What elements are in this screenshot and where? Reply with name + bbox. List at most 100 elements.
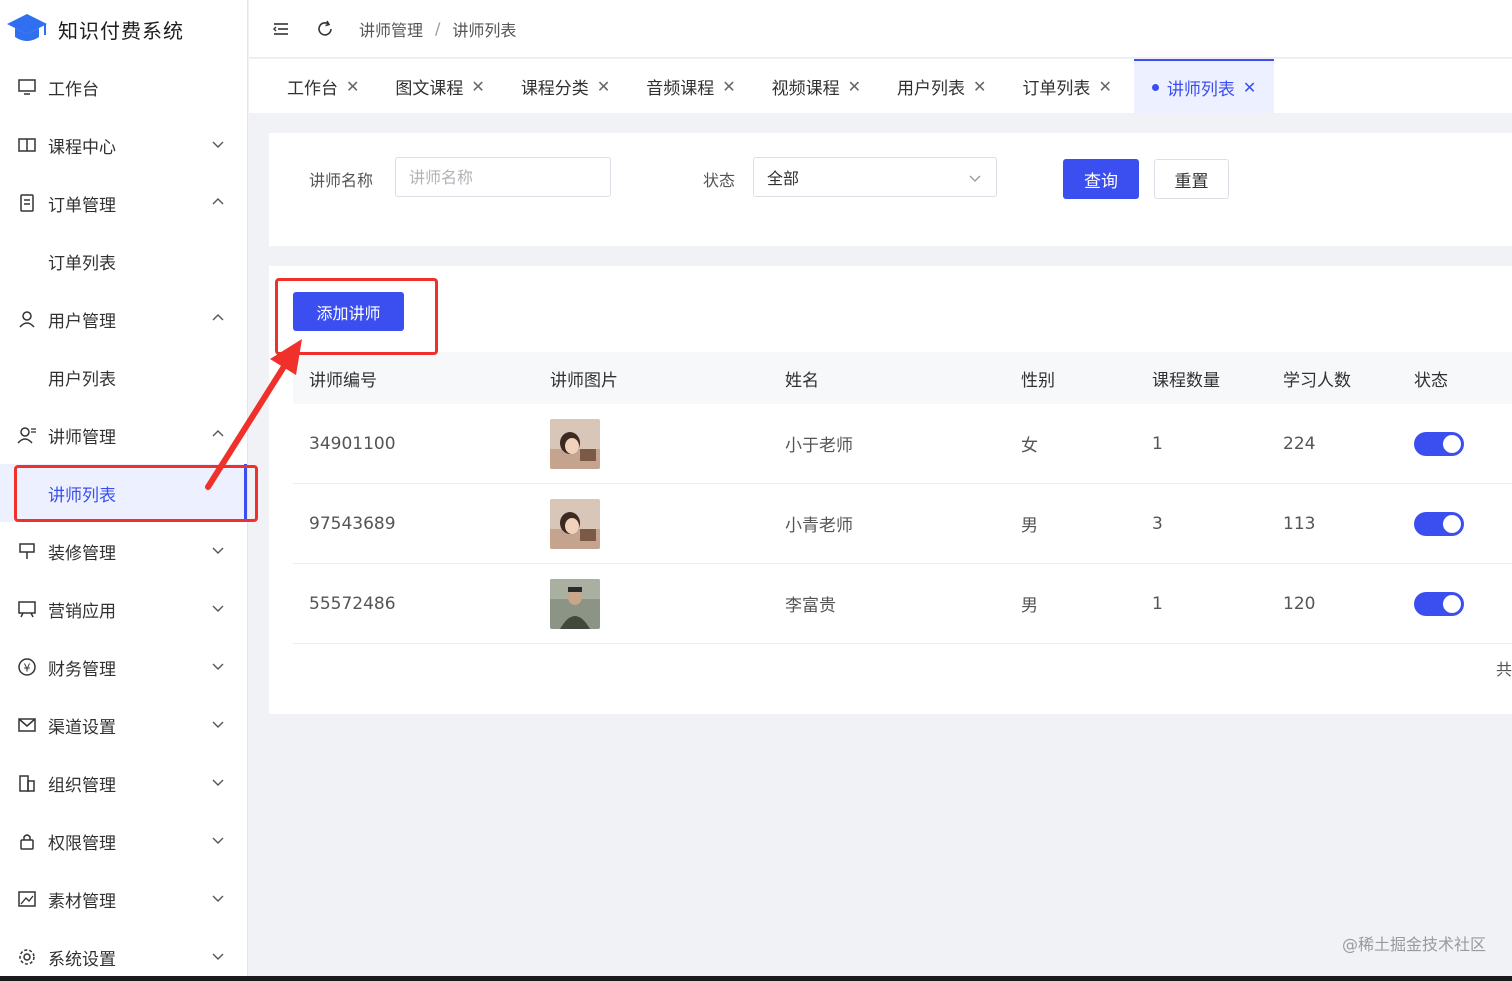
sidebar-item-decoration[interactable]: 装修管理 — [0, 522, 247, 580]
status-toggle[interactable] — [1414, 431, 1464, 456]
breadcrumb-item[interactable]: 讲师管理 — [359, 17, 423, 41]
app-logo[interactable]: 知识付费系统 — [0, 0, 247, 58]
sidebar-item-label: 工作台 — [48, 79, 99, 100]
chevron-up-icon — [212, 314, 224, 321]
status-select-value: 全部 — [767, 169, 800, 188]
status-toggle[interactable] — [1414, 591, 1464, 616]
breadcrumb: 讲师管理 / 讲师列表 — [359, 17, 516, 41]
sidebar-item-order-list[interactable]: 订单列表 — [0, 232, 247, 290]
tab-article-course[interactable]: 图文课程 ✕ — [381, 59, 498, 113]
teacher-photo-cell — [534, 578, 769, 629]
course-count: 3 — [1152, 513, 1163, 534]
teacher-photo[interactable] — [550, 578, 600, 629]
teacher-table: 讲师编号 讲师图片 姓名 性别 课程数量 学习人数 状态 34901100 小于… — [293, 352, 1512, 644]
sidebar-item-label: 组织管理 — [48, 775, 116, 796]
chevron-down-icon — [212, 605, 224, 612]
svg-text:¥: ¥ — [24, 662, 31, 675]
sidebar-item-permission[interactable]: 权限管理 — [0, 812, 247, 870]
sidebar-item-label: 营销应用 — [48, 601, 116, 622]
teacher-photo[interactable] — [550, 418, 600, 469]
sidebar-item-marketing[interactable]: 营销应用 — [0, 580, 247, 638]
sidebar-item-label: 素材管理 — [48, 891, 116, 912]
teacher-gender: 男 — [1021, 596, 1038, 616]
sidebar-item-teacher-management[interactable]: 讲师管理 — [0, 406, 247, 464]
teacher-photo[interactable] — [550, 498, 600, 549]
app-title: 知识付费系统 — [58, 18, 184, 43]
monitor-icon — [16, 76, 38, 98]
pagination-total: 共 — [1495, 660, 1512, 679]
close-icon[interactable]: ✕ — [848, 77, 861, 96]
close-icon[interactable]: ✕ — [597, 77, 610, 96]
close-icon[interactable]: ✕ — [973, 77, 986, 96]
chevron-up-icon — [212, 198, 224, 205]
tab-teacher-list[interactable]: 讲师列表 ✕ — [1133, 59, 1275, 113]
status-toggle[interactable] — [1414, 511, 1464, 536]
watermark: @稀土掘金技术社区 — [1341, 935, 1486, 954]
teacher-name: 李富贵 — [785, 596, 836, 616]
sidebar-item-order-management[interactable]: 订单管理 — [0, 174, 247, 232]
sidebar-item-label: 讲师列表 — [48, 485, 116, 506]
sidebar-item-label: 权限管理 — [48, 833, 116, 854]
refresh-icon[interactable] — [315, 19, 335, 39]
column-header: 课程数量 — [1152, 370, 1220, 391]
sidebar-item-user-list[interactable]: 用户列表 — [0, 348, 247, 406]
sidebar-item-finance[interactable]: ¥ 财务管理 — [0, 638, 247, 696]
add-teacher-button[interactable]: 添加讲师 — [293, 292, 404, 331]
teacher-id: 34901100 — [309, 433, 396, 454]
table-row: 55572486 李富贵 男 1 120 — [293, 564, 1512, 644]
sidebar-item-user-management[interactable]: 用户管理 — [0, 290, 247, 348]
tab-bar: 工作台 ✕ 图文课程 ✕ 课程分类 ✕ 音频课程 ✕ 视频课程 ✕ 用户列表 ✕ 订单列表 ✕… — [249, 59, 1512, 113]
teacher-name-input[interactable] — [395, 157, 611, 197]
sidebar-item-teacher-list[interactable]: 讲师列表 — [0, 464, 247, 522]
sidebar: 知识付费系统 工作台 课程中心 订单管理 订单列表 用户管理 用户列表 讲师管理… — [0, 0, 248, 981]
mail-icon — [16, 714, 38, 736]
tab-label: 课程分类 — [520, 78, 589, 99]
tab-user-list[interactable]: 用户列表 ✕ — [883, 59, 1000, 113]
close-icon[interactable]: ✕ — [1243, 78, 1256, 97]
sidebar-item-label: 订单管理 — [48, 195, 116, 216]
tab-course-category[interactable]: 课程分类 ✕ — [507, 59, 624, 113]
tab-label: 图文课程 — [395, 78, 464, 99]
tab-order-list[interactable]: 订单列表 ✕ — [1008, 59, 1125, 113]
reset-button[interactable]: 重置 — [1154, 159, 1229, 199]
active-dot-icon — [1151, 83, 1159, 91]
yen-icon: ¥ — [16, 656, 38, 678]
teacher-gender: 女 — [1021, 436, 1038, 456]
sidebar-item-system-settings[interactable]: 系统设置 — [0, 928, 247, 981]
tab-label: 订单列表 — [1022, 78, 1091, 99]
sidebar-item-organization[interactable]: 组织管理 — [0, 754, 247, 812]
learner-count: 224 — [1283, 433, 1316, 454]
topbar: 讲师管理 / 讲师列表 — [249, 0, 1512, 58]
teacher-name: 小于老师 — [785, 436, 853, 456]
tab-video-course[interactable]: 视频课程 ✕ — [758, 59, 875, 113]
sidebar-item-channel[interactable]: 渠道设置 — [0, 696, 247, 754]
close-icon[interactable]: ✕ — [346, 77, 359, 96]
chevron-down-icon — [212, 895, 224, 902]
close-icon[interactable]: ✕ — [722, 77, 735, 96]
sidebar-item-label: 用户列表 — [48, 369, 116, 390]
menu-fold-icon[interactable] — [271, 19, 291, 39]
sidebar-item-label: 用户管理 — [48, 311, 116, 332]
teacher-photo-cell — [534, 498, 769, 549]
column-header: 姓名 — [785, 370, 819, 391]
tab-label: 用户列表 — [897, 78, 966, 99]
tab-dashboard[interactable]: 工作台 ✕ — [273, 59, 373, 113]
column-header: 讲师图片 — [550, 370, 618, 391]
tab-audio-course[interactable]: 音频课程 ✕ — [632, 59, 749, 113]
close-icon[interactable]: ✕ — [471, 77, 484, 96]
sidebar-item-label: 订单列表 — [48, 253, 116, 274]
sidebar-item-label: 渠道设置 — [48, 717, 116, 738]
close-icon[interactable]: ✕ — [1098, 77, 1111, 96]
sidebar-item-dashboard[interactable]: 工作台 — [0, 58, 247, 116]
status-select[interactable]: 全部 — [753, 157, 997, 197]
sidebar-item-label: 财务管理 — [48, 659, 116, 680]
query-button[interactable]: 查询 — [1063, 159, 1139, 199]
sidebar-item-label: 装修管理 — [48, 543, 116, 564]
table-row: 97543689 小青老师 男 3 113 — [293, 484, 1512, 564]
status-cell — [1398, 431, 1512, 456]
chevron-up-icon — [212, 430, 224, 437]
sidebar-item-material[interactable]: 素材管理 — [0, 870, 247, 928]
sidebar-item-course-center[interactable]: 课程中心 — [0, 116, 247, 174]
chevron-down-icon — [212, 141, 224, 148]
lock-icon — [16, 830, 38, 852]
